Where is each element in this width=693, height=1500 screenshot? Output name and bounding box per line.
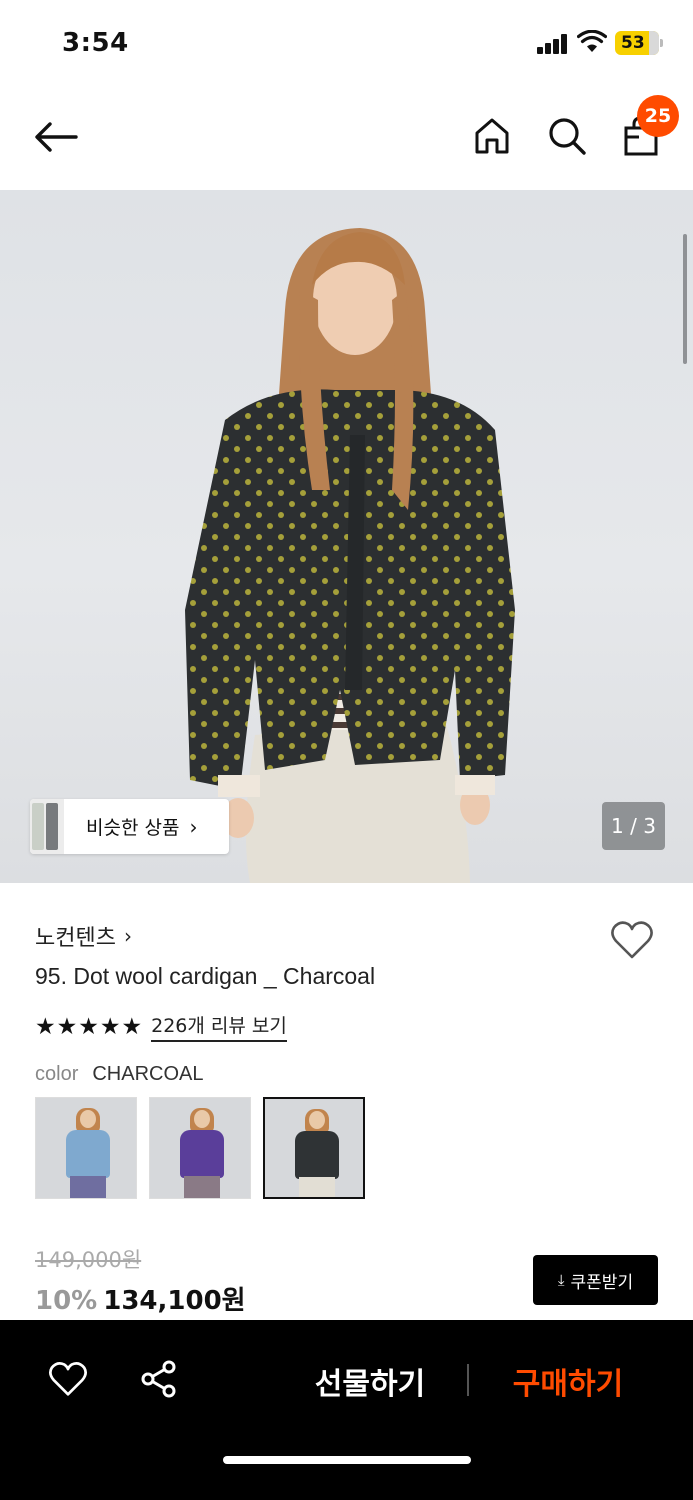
color-swatch-charcoal[interactable] <box>263 1097 365 1199</box>
color-value: CHARCOAL <box>92 1063 204 1085</box>
color-swatches <box>35 1097 365 1199</box>
home-button[interactable] <box>468 112 516 160</box>
status-bar: 3:54 53 <box>0 0 693 88</box>
share-button[interactable] <box>136 1356 182 1402</box>
star-icon: ★ <box>56 1013 78 1040</box>
product-title: 95. Dot wool cardigan _ Charcoal <box>35 963 376 989</box>
download-icon: ⤓ <box>557 1271 565 1289</box>
top-navigation <box>0 88 693 190</box>
home-icon <box>475 118 509 154</box>
color-swatch-light-blue[interactable] <box>35 1097 137 1199</box>
heart-icon <box>49 1362 87 1396</box>
search-icon <box>549 118 586 155</box>
price-row: 10% 134,100원 <box>35 1280 246 1317</box>
product-image-carousel[interactable]: 비슷한 상품 › 1 / 3 <box>0 190 693 883</box>
similar-products-label: 비슷한 상품 <box>86 817 180 839</box>
divider <box>467 1364 469 1396</box>
star-icon: ★ <box>78 1013 99 1040</box>
review-link[interactable]: 226개 리뷰 보기 <box>151 1011 287 1042</box>
gift-button[interactable]: 선물하기 <box>300 1358 440 1404</box>
coupon-download-button[interactable]: ⤓ 쿠폰받기 <box>533 1255 658 1305</box>
bottom-action-bar: 선물하기 구매하기 <box>0 1320 693 1500</box>
chevron-right-icon: › <box>189 814 198 839</box>
status-time: 3:54 <box>62 28 129 58</box>
image-counter: 1 / 3 <box>602 802 665 850</box>
similar-products-button[interactable]: 비슷한 상품 › <box>30 799 229 854</box>
search-button[interactable] <box>543 112 591 160</box>
heart-icon <box>611 921 653 959</box>
cart-count-badge: 25 <box>637 95 679 137</box>
cellular-signal-icon <box>537 34 569 54</box>
wifi-icon <box>577 30 607 52</box>
color-label: color <box>35 1063 79 1085</box>
similar-products-thumbnail <box>30 799 64 854</box>
back-button[interactable] <box>30 114 82 160</box>
share-icon <box>141 1360 176 1398</box>
image-scroll-indicator <box>683 234 687 364</box>
original-price: 149,000원 <box>35 1248 142 1272</box>
battery-level: 53 <box>621 33 645 53</box>
color-selection-label: color CHARCOAL <box>35 1063 204 1086</box>
color-swatch-purple[interactable] <box>149 1097 251 1199</box>
home-indicator <box>223 1456 471 1464</box>
bottom-wishlist-button[interactable] <box>44 1356 92 1402</box>
sale-price: 134,100원 <box>103 1286 246 1316</box>
star-icon: ★ <box>35 1013 56 1040</box>
battery-indicator: 53 <box>615 31 663 55</box>
coupon-label: 쿠폰받기 <box>570 1272 634 1293</box>
product-photo <box>185 228 515 883</box>
chevron-right-icon: › <box>123 924 132 948</box>
back-arrow-icon <box>35 122 78 152</box>
rating-row: ★ ★ ★ ★ ★ 226개 리뷰 보기 <box>35 1011 287 1042</box>
star-icon: ★ <box>99 1013 121 1040</box>
wishlist-button[interactable] <box>608 917 656 963</box>
brand-name: 노컨텐츠 <box>35 926 116 951</box>
star-rating: ★ ★ ★ ★ ★ <box>35 1014 143 1040</box>
buy-button[interactable]: 구매하기 <box>498 1358 638 1404</box>
discount-rate: 10% <box>35 1286 98 1316</box>
star-icon: ★ <box>121 1013 143 1040</box>
brand-link[interactable]: 노컨텐츠 › <box>35 920 132 952</box>
